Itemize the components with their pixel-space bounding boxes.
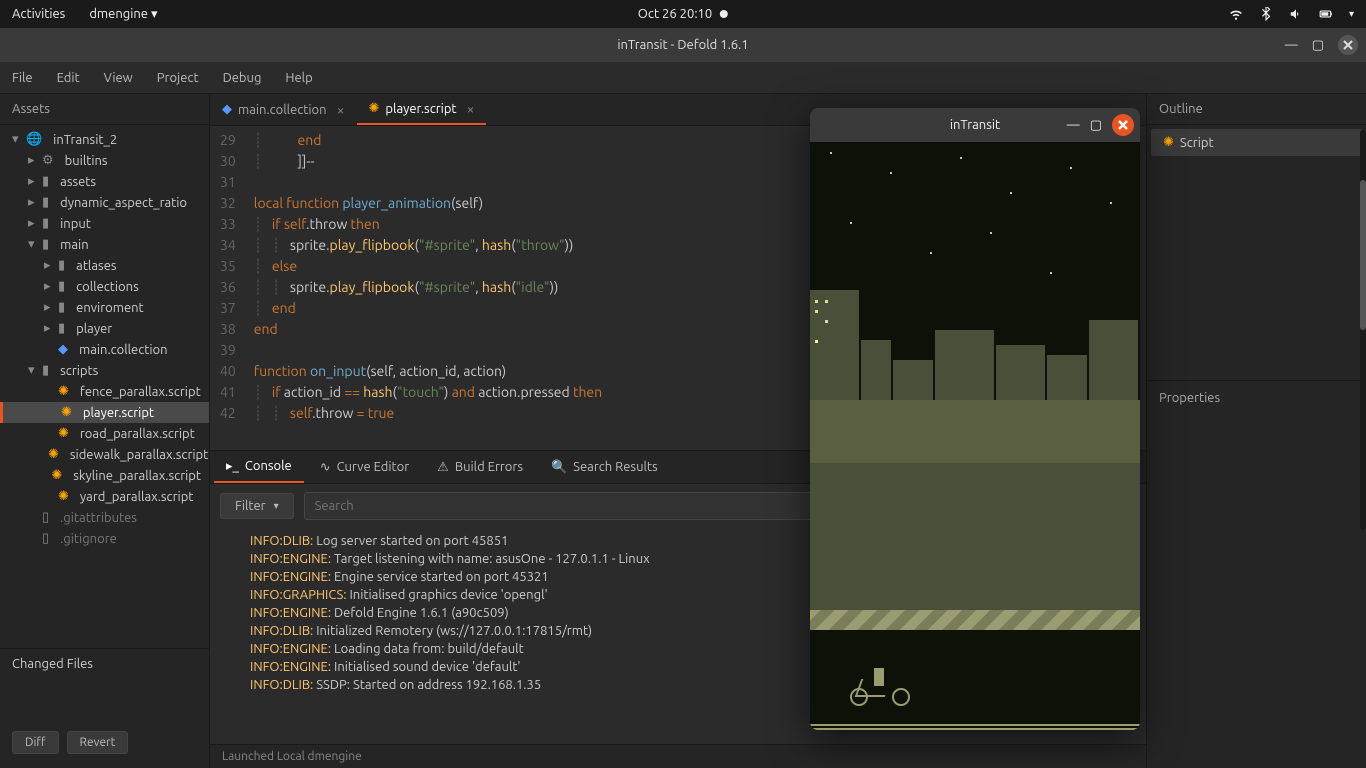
warning-icon: ⚠ [437, 460, 449, 475]
search-icon: 🔍 [551, 460, 567, 475]
tree-main[interactable]: ▾▮ main [0, 234, 209, 255]
tab-console[interactable]: ▸_Console [214, 451, 304, 483]
tree-builtins[interactable]: ▸⚙ builtins [0, 150, 209, 171]
game-minimize-button[interactable]: — [1067, 118, 1080, 132]
tree-gitattributes[interactable]: ▯ .gitattributes [0, 507, 209, 528]
clock[interactable]: Oct 26 20:10 [638, 7, 712, 21]
revert-button[interactable]: Revert [67, 731, 129, 754]
outline-panel: Outline ✺Script Properties [1146, 94, 1366, 768]
tree-scrollbar[interactable] [1360, 130, 1366, 530]
close-icon[interactable]: × [337, 102, 345, 118]
window-title: inTransit - Defold 1.6.1 [617, 38, 748, 52]
bluetooth-icon[interactable] [1259, 7, 1273, 21]
diff-button[interactable]: Diff [12, 731, 59, 754]
assets-panel: Assets ▾🌐 inTransit_2 ▸⚙ builtins ▸▮ ass… [0, 94, 210, 768]
tab-build[interactable]: ⚠Build Errors [425, 451, 535, 483]
tree-collections[interactable]: ▸▮ collections [0, 276, 209, 297]
game-title: inTransit [950, 118, 1000, 132]
properties-header: Properties [1147, 380, 1366, 415]
console-icon: ▸_ [226, 459, 239, 474]
chevron-down-icon[interactable]: ▾ [1349, 8, 1354, 20]
tree-root[interactable]: ▾🌐 inTransit_2 [0, 129, 209, 150]
menubar: File Edit View Project Debug Help [0, 62, 1366, 94]
tree-fence[interactable]: ✺ fence_parallax.script [0, 381, 209, 402]
menu-edit[interactable]: Edit [57, 71, 80, 85]
notification-dot-icon [720, 10, 728, 18]
tree-player[interactable]: ▸▮ player [0, 318, 209, 339]
gear-icon: ✺ [1163, 135, 1174, 150]
changed-files-panel: Changed Files Diff Revert [0, 648, 209, 768]
menu-view[interactable]: View [104, 71, 133, 85]
player-bike [850, 666, 910, 706]
activities-button[interactable]: Activities [12, 7, 65, 21]
assets-header: Assets [0, 94, 209, 125]
tree-yard[interactable]: ✺ yard_parallax.script [0, 486, 209, 507]
asset-tree[interactable]: ▾🌐 inTransit_2 ▸⚙ builtins ▸▮ assets ▸▮ … [0, 125, 209, 648]
tree-gitignore[interactable]: ▯ .gitignore [0, 528, 209, 549]
maximize-button[interactable]: ▢ [1312, 38, 1324, 53]
menu-help[interactable]: Help [285, 71, 312, 85]
game-titlebar[interactable]: inTransit — ▢ [810, 108, 1140, 142]
close-icon[interactable]: × [467, 101, 475, 117]
tab-player-script[interactable]: ✺player.script× [357, 94, 487, 125]
filter-button[interactable]: Filter▾ [220, 493, 294, 519]
game-close-button[interactable] [1112, 114, 1134, 136]
tree-input[interactable]: ▸▮ input [0, 213, 209, 234]
line-gutter: 2930313233343536373839404142 [210, 126, 246, 450]
menu-file[interactable]: File [12, 71, 33, 85]
outline-header: Outline [1147, 94, 1366, 125]
wifi-icon[interactable] [1229, 7, 1243, 21]
changed-files-header: Changed Files [12, 657, 197, 671]
minimize-button[interactable]: — [1285, 38, 1298, 52]
game-canvas[interactable] [810, 142, 1140, 730]
tree-sidewalk[interactable]: ✺ sidewalk_parallax.script [0, 444, 209, 465]
tree-skyline[interactable]: ✺ skyline_parallax.script [0, 465, 209, 486]
close-button[interactable] [1338, 35, 1358, 55]
tab-main-collection[interactable]: ◆main.collection× [210, 94, 357, 125]
tab-curve[interactable]: ∿Curve Editor [308, 451, 421, 483]
curve-icon: ∿ [320, 460, 331, 475]
menu-debug[interactable]: Debug [223, 71, 262, 85]
tree-player-script[interactable]: ✺ player.script [0, 402, 209, 423]
statusbar: Launched Local dmengine [210, 744, 1146, 768]
tree-dynamic[interactable]: ▸▮ dynamic_aspect_ratio [0, 192, 209, 213]
volume-icon[interactable] [1289, 7, 1303, 21]
tree-road[interactable]: ✺ road_parallax.script [0, 423, 209, 444]
tab-search[interactable]: 🔍Search Results [539, 451, 670, 483]
tree-atlases[interactable]: ▸▮ atlases [0, 255, 209, 276]
battery-icon[interactable] [1319, 7, 1333, 21]
chevron-down-icon: ▾ [274, 500, 279, 512]
app-menu[interactable]: dmengine ▾ [89, 7, 157, 22]
tree-main-collection[interactable]: ◆ main.collection [0, 339, 209, 360]
game-window[interactable]: inTransit — ▢ [810, 108, 1140, 730]
menu-project[interactable]: Project [157, 71, 199, 85]
gnome-top-bar: Activities dmengine ▾ Oct 26 20:10 ▾ [0, 0, 1366, 28]
tree-enviroment[interactable]: ▸▮ enviroment [0, 297, 209, 318]
game-maximize-button[interactable]: ▢ [1090, 118, 1102, 133]
window-titlebar: inTransit - Defold 1.6.1 — ▢ [0, 28, 1366, 62]
tree-scripts[interactable]: ▾▮ scripts [0, 360, 209, 381]
tree-assets[interactable]: ▸▮ assets [0, 171, 209, 192]
outline-script-item[interactable]: ✺Script [1151, 129, 1362, 156]
